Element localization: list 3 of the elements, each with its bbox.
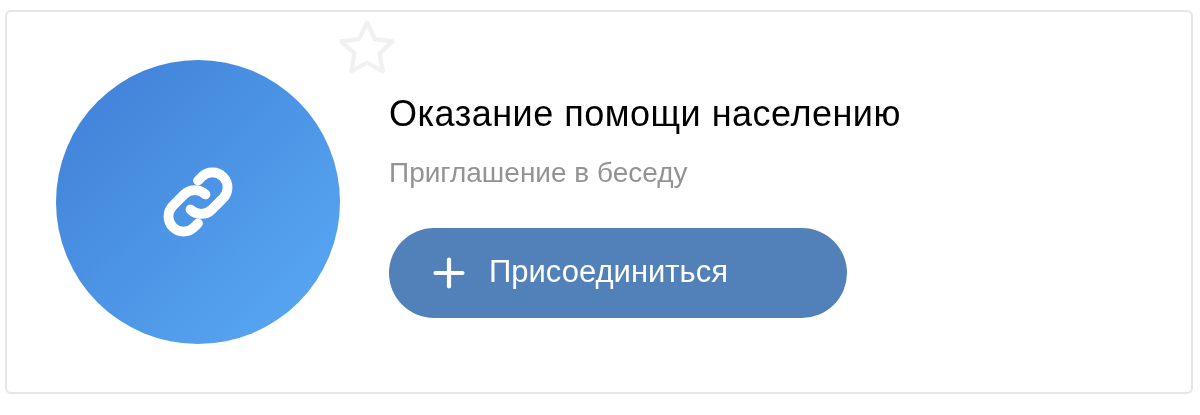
join-button[interactable]: Присоединиться	[389, 227, 847, 318]
chat-title: Оказание помощи населению	[389, 91, 901, 136]
chat-subtitle: Приглашение в беседу	[389, 155, 689, 190]
